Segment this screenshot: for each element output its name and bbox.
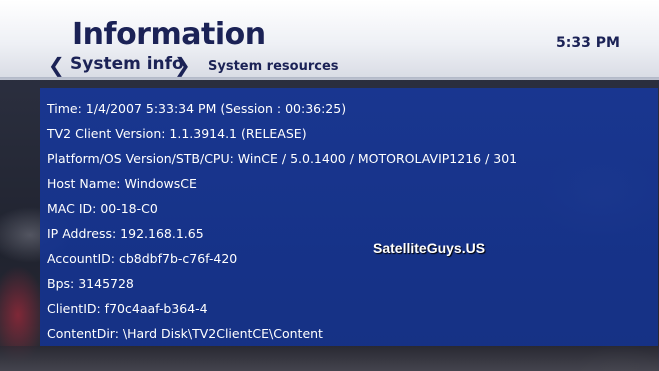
info-row-client-id: ClientID: f70c4aaf-b364-4 xyxy=(47,301,208,316)
info-row-bps: Bps: 3145728 xyxy=(47,276,134,291)
chevron-left-icon[interactable]: ❮ xyxy=(48,53,65,77)
info-row-client-version: TV2 Client Version: 1.1.3914.1 (RELEASE) xyxy=(47,126,307,141)
watermark-text: SatelliteGuys.US xyxy=(373,240,486,256)
info-row-platform: Platform/OS Version/STB/CPU: WinCE / 5.0… xyxy=(47,151,518,166)
info-row-content-dir: ContentDir: \Hard Disk\TV2ClientCE\Conte… xyxy=(47,326,323,341)
tab-system-info[interactable]: System info xyxy=(70,54,184,74)
info-row-host-name: Host Name: WindowsCE xyxy=(47,176,197,191)
info-list: Time: 1/4/2007 5:33:34 PM (Session : 00:… xyxy=(47,96,517,346)
header-bar: Information 5:33 PM ❮ System info ❯ Syst… xyxy=(0,0,659,80)
background-bottom-strip xyxy=(0,346,659,371)
info-row-mac-id: MAC ID: 00-18-C0 xyxy=(47,201,158,216)
clock: 5:33 PM xyxy=(556,35,620,51)
tab-system-resources[interactable]: System resources xyxy=(208,59,339,74)
chevron-right-icon[interactable]: ❯ xyxy=(174,53,191,77)
page-title: Information xyxy=(72,17,266,52)
info-row-time: Time: 1/4/2007 5:33:34 PM (Session : 00:… xyxy=(47,101,347,116)
